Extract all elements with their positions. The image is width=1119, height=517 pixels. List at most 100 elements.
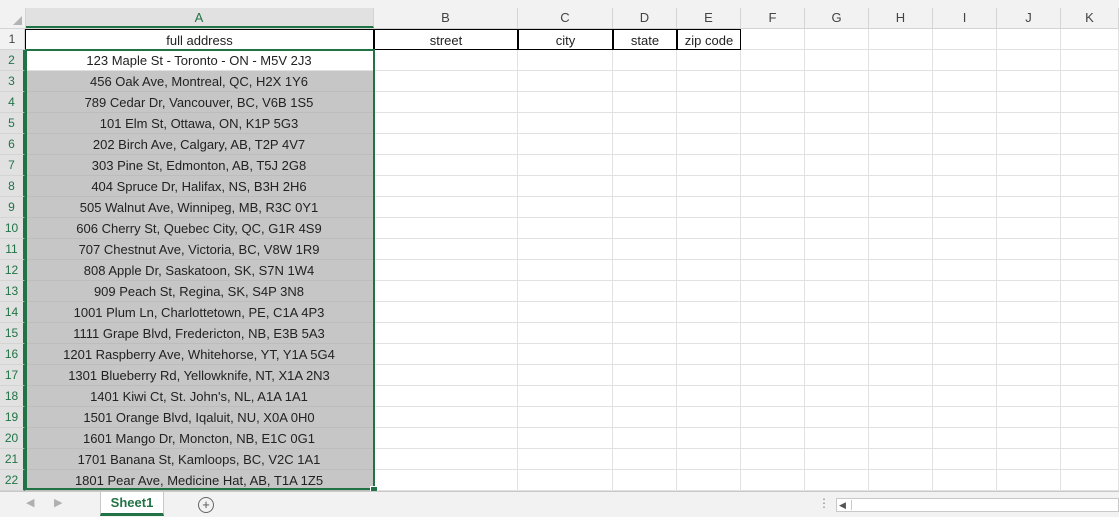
cell-h1[interactable] — [869, 29, 933, 50]
column-header-c[interactable]: C — [518, 8, 613, 28]
cell-c9[interactable] — [518, 197, 613, 218]
cell-d10[interactable] — [613, 218, 677, 239]
cell-j22[interactable] — [997, 470, 1061, 491]
cell-f18[interactable] — [741, 386, 805, 407]
cell-g2[interactable] — [805, 50, 869, 71]
cell-d15[interactable] — [613, 323, 677, 344]
cell-f12[interactable] — [741, 260, 805, 281]
cell-a5[interactable]: 101 Elm St, Ottawa, ON, K1P 5G3 — [25, 113, 374, 134]
cell-k6[interactable] — [1061, 134, 1119, 155]
cell-b4[interactable] — [374, 92, 518, 113]
cell-d1[interactable]: state — [613, 29, 677, 50]
cell-g7[interactable] — [805, 155, 869, 176]
cell-f6[interactable] — [741, 134, 805, 155]
cell-e17[interactable] — [677, 365, 741, 386]
cell-h8[interactable] — [869, 176, 933, 197]
cell-d11[interactable] — [613, 239, 677, 260]
cell-b17[interactable] — [374, 365, 518, 386]
cell-j7[interactable] — [997, 155, 1061, 176]
cell-e18[interactable] — [677, 386, 741, 407]
cell-a22[interactable]: 1801 Pear Ave, Medicine Hat, AB, T1A 1Z5 — [25, 470, 374, 491]
column-header-a[interactable]: A — [25, 8, 374, 28]
cell-e12[interactable] — [677, 260, 741, 281]
column-header-d[interactable]: D — [613, 8, 677, 28]
cell-a16[interactable]: 1201 Raspberry Ave, Whitehorse, YT, Y1A … — [25, 344, 374, 365]
tab-split-handle-icon[interactable]: ⋮ — [818, 496, 830, 510]
row-header-11[interactable]: 11 — [0, 239, 25, 260]
cell-a6[interactable]: 202 Birch Ave, Calgary, AB, T2P 4V7 — [25, 134, 374, 155]
cell-b18[interactable] — [374, 386, 518, 407]
cell-c14[interactable] — [518, 302, 613, 323]
cell-e10[interactable] — [677, 218, 741, 239]
cell-f20[interactable] — [741, 428, 805, 449]
cell-e21[interactable] — [677, 449, 741, 470]
cell-b16[interactable] — [374, 344, 518, 365]
cell-j15[interactable] — [997, 323, 1061, 344]
row-header-6[interactable]: 6 — [0, 134, 25, 155]
cell-g9[interactable] — [805, 197, 869, 218]
cell-c16[interactable] — [518, 344, 613, 365]
cell-e5[interactable] — [677, 113, 741, 134]
cell-a7[interactable]: 303 Pine St, Edmonton, AB, T5J 2G8 — [25, 155, 374, 176]
cell-k1[interactable] — [1061, 29, 1119, 50]
cell-a17[interactable]: 1301 Blueberry Rd, Yellowknife, NT, X1A … — [25, 365, 374, 386]
cell-k2[interactable] — [1061, 50, 1119, 71]
cell-g3[interactable] — [805, 71, 869, 92]
cell-f9[interactable] — [741, 197, 805, 218]
cell-f16[interactable] — [741, 344, 805, 365]
cell-g20[interactable] — [805, 428, 869, 449]
column-header-h[interactable]: H — [869, 8, 933, 28]
cell-k15[interactable] — [1061, 323, 1119, 344]
next-sheet-icon[interactable]: ▶ — [54, 496, 62, 509]
cell-j9[interactable] — [997, 197, 1061, 218]
cell-b22[interactable] — [374, 470, 518, 491]
cell-j14[interactable] — [997, 302, 1061, 323]
cell-d17[interactable] — [613, 365, 677, 386]
cell-f17[interactable] — [741, 365, 805, 386]
cell-g12[interactable] — [805, 260, 869, 281]
cell-i21[interactable] — [933, 449, 997, 470]
cell-c20[interactable] — [518, 428, 613, 449]
cell-h20[interactable] — [869, 428, 933, 449]
cell-k19[interactable] — [1061, 407, 1119, 428]
cell-b6[interactable] — [374, 134, 518, 155]
row-header-2[interactable]: 2 — [0, 50, 25, 71]
column-header-b[interactable]: B — [374, 8, 518, 28]
cell-d14[interactable] — [613, 302, 677, 323]
cell-f5[interactable] — [741, 113, 805, 134]
cell-h22[interactable] — [869, 470, 933, 491]
cell-d13[interactable] — [613, 281, 677, 302]
row-header-21[interactable]: 21 — [0, 449, 25, 470]
cell-c21[interactable] — [518, 449, 613, 470]
cell-j6[interactable] — [997, 134, 1061, 155]
cell-a11[interactable]: 707 Chestnut Ave, Victoria, BC, V8W 1R9 — [25, 239, 374, 260]
column-header-g[interactable]: G — [805, 8, 869, 28]
cell-d7[interactable] — [613, 155, 677, 176]
cell-b19[interactable] — [374, 407, 518, 428]
row-header-19[interactable]: 19 — [0, 407, 25, 428]
cell-g21[interactable] — [805, 449, 869, 470]
cell-k3[interactable] — [1061, 71, 1119, 92]
cell-e4[interactable] — [677, 92, 741, 113]
cell-h3[interactable] — [869, 71, 933, 92]
cell-j5[interactable] — [997, 113, 1061, 134]
row-header-12[interactable]: 12 — [0, 260, 25, 281]
cell-d20[interactable] — [613, 428, 677, 449]
cell-h2[interactable] — [869, 50, 933, 71]
cell-c13[interactable] — [518, 281, 613, 302]
cell-f19[interactable] — [741, 407, 805, 428]
cell-f15[interactable] — [741, 323, 805, 344]
cell-h19[interactable] — [869, 407, 933, 428]
cell-a19[interactable]: 1501 Orange Blvd, Iqaluit, NU, X0A 0H0 — [25, 407, 374, 428]
cell-b3[interactable] — [374, 71, 518, 92]
cell-b5[interactable] — [374, 113, 518, 134]
cell-c1[interactable]: city — [518, 29, 613, 50]
cell-j21[interactable] — [997, 449, 1061, 470]
cell-f7[interactable] — [741, 155, 805, 176]
cell-g11[interactable] — [805, 239, 869, 260]
cell-e20[interactable] — [677, 428, 741, 449]
cell-h5[interactable] — [869, 113, 933, 134]
cell-c11[interactable] — [518, 239, 613, 260]
cell-h14[interactable] — [869, 302, 933, 323]
cell-a18[interactable]: 1401 Kiwi Ct, St. John's, NL, A1A 1A1 — [25, 386, 374, 407]
